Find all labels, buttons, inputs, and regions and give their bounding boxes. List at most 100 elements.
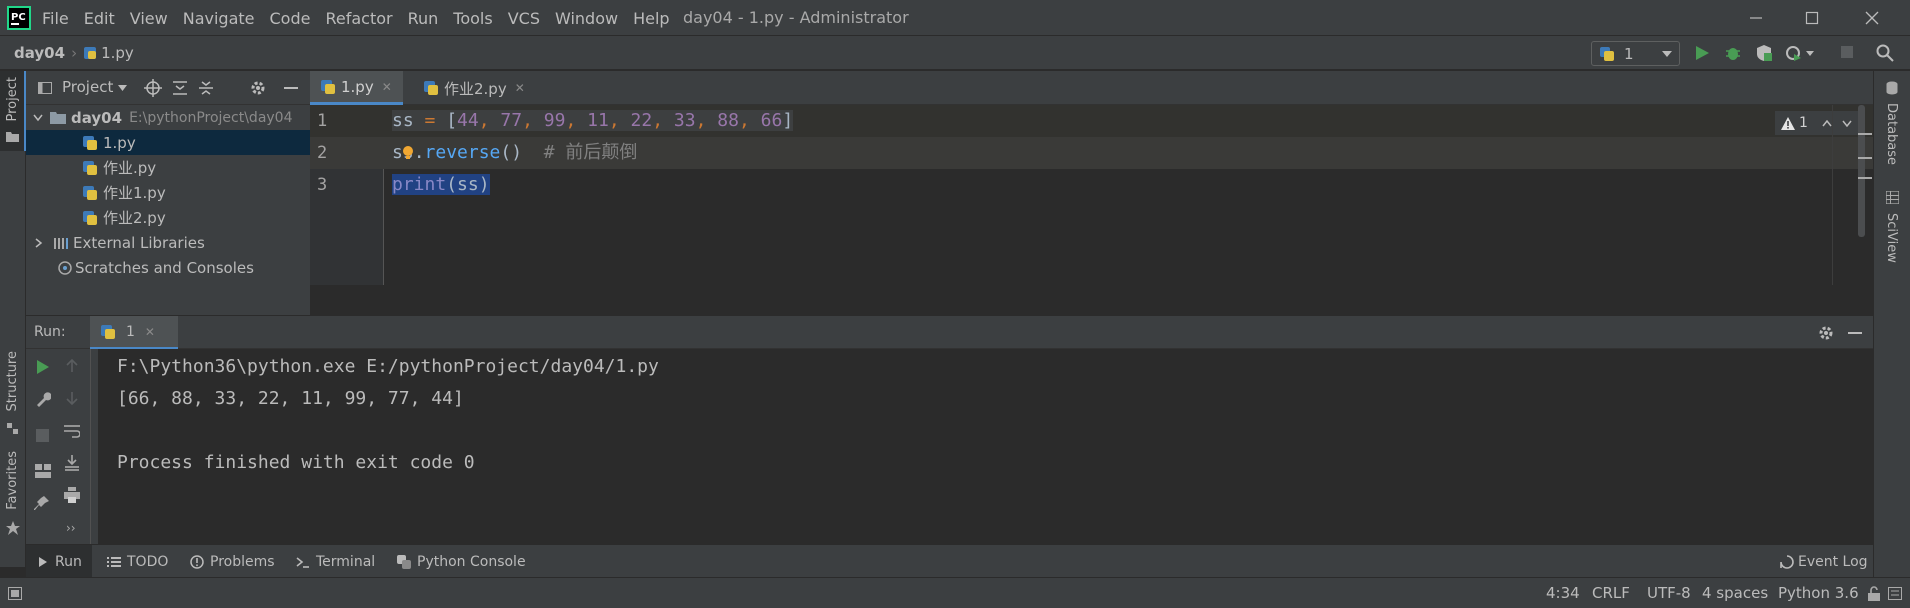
indentation[interactable]: 4 spaces [1702, 578, 1768, 608]
window-layout-icon[interactable] [8, 587, 22, 600]
search-everywhere-button[interactable] [1876, 44, 1894, 62]
tree-external-libraries[interactable]: External Libraries [26, 230, 310, 255]
run-config-selector[interactable]: 1 [1591, 41, 1680, 66]
tree-file-item[interactable]: 作业.py [26, 155, 310, 180]
navigation-bar: day04 › 1.py 1 [0, 36, 1910, 70]
project-tool-button[interactable]: Project [0, 71, 26, 151]
menu-run[interactable]: Run [408, 9, 439, 28]
chevron-down-icon[interactable] [1842, 120, 1852, 127]
code-number: 66 [760, 110, 783, 131]
project-view-selector[interactable]: Project [62, 78, 113, 96]
run-config-label: 1 [1624, 44, 1634, 63]
tab-close-icon[interactable]: ✕ [382, 80, 392, 94]
event-log-button[interactable]: Event Log [1779, 545, 1868, 578]
favorites-tool-button[interactable]: Favorites [0, 451, 26, 541]
tab-close-icon[interactable]: ✕ [145, 325, 155, 339]
menu-edit[interactable]: Edit [84, 9, 115, 28]
menu-view[interactable]: View [130, 9, 168, 28]
code-line: 3 print(ss) [310, 169, 1873, 201]
debug-button[interactable] [1724, 44, 1742, 62]
structure-tool-button[interactable]: Structure [0, 351, 26, 441]
vertical-scrollbar[interactable] [1858, 105, 1865, 237]
layout-icon[interactable] [35, 464, 51, 478]
chevron-down-icon[interactable] [118, 85, 127, 91]
tab-close-icon[interactable]: ✕ [515, 81, 525, 95]
lock-open-icon[interactable] [1868, 586, 1880, 601]
menu-help[interactable]: Help [633, 9, 669, 28]
code-editor[interactable]: 1 ss = [44, 77, 99, 11, 22, 33, 88, 66] … [310, 105, 1873, 315]
tool-tab-terminal[interactable]: Terminal [296, 545, 375, 578]
sciview-tool-button[interactable]: SciView [1874, 191, 1910, 341]
line-separator[interactable]: CRLF [1592, 578, 1630, 608]
stop-button[interactable] [1840, 45, 1854, 59]
tree-external-libraries-label: External Libraries [73, 233, 205, 252]
tool-tab-label: Run [55, 553, 82, 570]
code-token: = [413, 110, 447, 131]
tool-tab-todo[interactable]: TODO [107, 545, 168, 578]
menu-navigate[interactable]: Navigate [183, 9, 255, 28]
file-encoding[interactable]: UTF-8 [1647, 578, 1691, 608]
code-token: [ [446, 110, 458, 131]
tree-scratches[interactable]: Scratches and Consoles [26, 255, 310, 280]
code-method: reverse [424, 142, 501, 163]
rerun-icon[interactable] [36, 359, 50, 375]
print-icon[interactable] [64, 487, 80, 503]
folder-icon [6, 132, 19, 142]
menu-tools[interactable]: Tools [453, 9, 492, 28]
hide-icon[interactable] [1848, 332, 1862, 334]
menu-code[interactable]: Code [270, 9, 311, 28]
intention-bulb-icon[interactable] [401, 145, 415, 161]
tab-label: 作业2.py [444, 79, 507, 98]
chevron-up-icon[interactable] [1822, 119, 1832, 127]
tool-tab-run[interactable]: Run [26, 545, 92, 578]
soft-wrap-icon[interactable] [64, 424, 80, 438]
breadcrumb-project[interactable]: day04 [14, 44, 65, 62]
notifications-icon[interactable] [1888, 587, 1902, 600]
menu-window[interactable]: Window [555, 9, 618, 28]
run-tab-1[interactable]: 1 ✕ [90, 316, 178, 350]
tree-root-day04[interactable]: day04 E:\pythonProject\day04 [26, 105, 310, 130]
menu-refactor[interactable]: Refactor [325, 9, 392, 28]
tab-1-py[interactable]: 1.py ✕ [310, 71, 403, 105]
inspection-widget[interactable]: 1 [1775, 111, 1865, 135]
run-button[interactable] [1694, 44, 1710, 62]
close-button[interactable] [1844, 0, 1900, 36]
code-token: () [500, 142, 523, 163]
menu-vcs[interactable]: VCS [508, 9, 540, 28]
event-log-label: Event Log [1798, 553, 1868, 570]
scroll-to-end-icon[interactable] [64, 455, 80, 471]
wrench-icon[interactable] [35, 391, 51, 407]
hide-icon[interactable] [284, 87, 298, 89]
tree-scratches-label: Scratches and Consoles [75, 258, 254, 277]
tab-zuoye2-py[interactable]: 作业2.py ✕ [413, 71, 535, 105]
tree-file-item[interactable]: 作业2.py [26, 205, 310, 230]
coverage-button[interactable] [1755, 44, 1773, 62]
tool-tab-python-console[interactable]: Python Console [397, 545, 526, 578]
tree-file-item[interactable]: 1.py [26, 130, 310, 155]
profile-button[interactable] [1785, 44, 1815, 62]
python-interpreter[interactable]: Python 3.6 [1778, 578, 1859, 608]
gear-icon[interactable] [250, 80, 266, 96]
gear-icon[interactable] [1818, 325, 1834, 341]
tree-file-item[interactable]: 作业1.py [26, 180, 310, 205]
maximize-button[interactable] [1784, 0, 1840, 36]
status-bar: 4:34 CRLF UTF-8 4 spaces Python 3.6 [0, 577, 1910, 608]
arrow-up-icon[interactable] [66, 359, 78, 373]
caret-position[interactable]: 4:34 [1546, 578, 1580, 608]
locate-target-icon[interactable] [144, 79, 162, 97]
arrow-down-icon[interactable] [66, 391, 78, 405]
pin-icon[interactable] [34, 495, 50, 511]
line-number: 1 [317, 111, 328, 131]
menu-file[interactable]: File [42, 9, 69, 28]
stop-icon[interactable] [36, 429, 49, 442]
breadcrumb-file[interactable]: 1.py [101, 44, 134, 62]
run-panel-header: Run: 1 ✕ [26, 315, 1873, 350]
more-actions-icon[interactable]: ›› [66, 521, 76, 535]
minimize-button[interactable] [1728, 0, 1784, 36]
collapse-all-icon[interactable] [198, 80, 214, 96]
scroll-marker [1858, 133, 1872, 135]
console-output[interactable]: F:\Python36\python.exe E:/pythonProject/… [98, 349, 1873, 544]
tool-tab-problems[interactable]: Problems [190, 545, 275, 578]
expand-all-icon[interactable] [172, 80, 188, 96]
code-number: 44 [457, 110, 479, 131]
